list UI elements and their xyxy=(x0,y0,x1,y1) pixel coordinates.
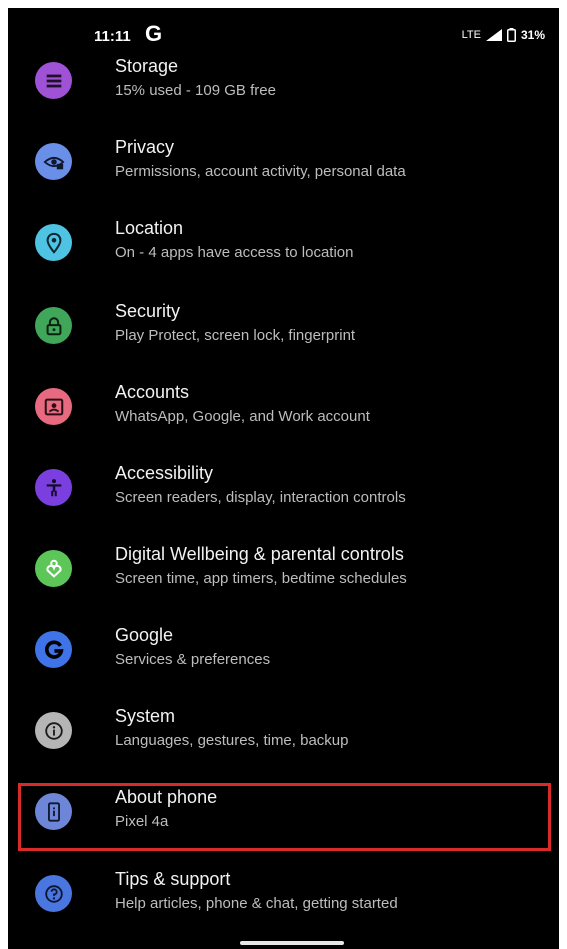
lock-icon xyxy=(35,307,72,344)
accessibility-icon xyxy=(35,469,72,506)
settings-item-digital-wellbeing[interactable]: Digital Wellbeing & parental controls Sc… xyxy=(8,528,559,609)
settings-item-google[interactable]: Google Services & preferences xyxy=(8,609,559,690)
settings-item-title: Location xyxy=(115,218,184,238)
settings-item-subtitle: WhatsApp, Google, and Work account xyxy=(115,408,370,425)
settings-item-security[interactable]: Security Play Protect, screen lock, fing… xyxy=(8,285,559,366)
wellbeing-heart-icon xyxy=(35,550,72,587)
settings-item-location[interactable]: Location On - 4 apps have access to loca… xyxy=(8,202,559,283)
settings-item-subtitle: 15% used - 109 GB free xyxy=(115,82,276,99)
settings-item-title: System xyxy=(115,706,176,726)
google-g-icon xyxy=(35,631,72,668)
settings-item-tips-support[interactable]: Tips & support Help articles, phone & ch… xyxy=(8,853,559,934)
account-box-icon xyxy=(35,388,72,425)
settings-item-subtitle: Play Protect, screen lock, fingerprint xyxy=(115,327,356,344)
settings-item-title: Accessibility xyxy=(115,463,214,483)
settings-item-subtitle: On - 4 apps have access to location xyxy=(115,244,354,261)
settings-item-title: Accounts xyxy=(115,382,190,402)
settings-item-privacy[interactable]: Privacy Permissions, account activity, p… xyxy=(8,121,559,202)
settings-item-title: Tips & support xyxy=(115,869,231,889)
settings-item-title: Google xyxy=(115,625,174,645)
storage-icon xyxy=(35,62,72,99)
about-phone-highlight-box xyxy=(18,783,551,851)
info-icon xyxy=(35,712,72,749)
settings-item-subtitle: Help articles, phone & chat, getting sta… xyxy=(115,895,398,912)
settings-item-title: Digital Wellbeing & parental controls xyxy=(115,544,404,564)
settings-item-title: Privacy xyxy=(115,137,175,157)
location-pin-icon xyxy=(35,224,72,261)
privacy-eye-icon xyxy=(35,143,72,180)
settings-item-subtitle: Screen time, app timers, bedtime schedul… xyxy=(115,570,407,587)
settings-item-system[interactable]: System Languages, gestures, time, backup xyxy=(8,690,559,771)
settings-item-subtitle: Screen readers, display, interaction con… xyxy=(115,489,406,506)
settings-item-accessibility[interactable]: Accessibility Screen readers, display, i… xyxy=(8,447,559,528)
settings-item-subtitle: Languages, gestures, time, backup xyxy=(115,732,349,749)
settings-item-title: Storage xyxy=(115,56,179,76)
settings-item-storage[interactable]: Storage 15% used - 109 GB free xyxy=(8,40,559,121)
gesture-nav-handle[interactable] xyxy=(240,941,344,945)
settings-item-subtitle: Permissions, account activity, personal … xyxy=(115,163,406,180)
settings-item-accounts[interactable]: Accounts WhatsApp, Google, and Work acco… xyxy=(8,366,559,447)
settings-item-subtitle: Services & preferences xyxy=(115,651,271,668)
help-icon xyxy=(35,875,72,912)
settings-item-title: Security xyxy=(115,301,181,321)
android-settings-screen: 11:11 G LTE 31% Storage 15% used - 109 G… xyxy=(8,8,559,949)
